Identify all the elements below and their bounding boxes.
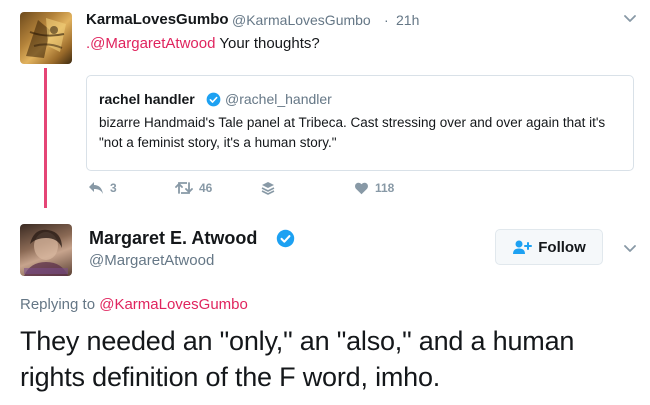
reply-icon [89,182,103,194]
chevron-down-icon[interactable] [622,10,638,26]
avatar[interactable] [20,224,72,276]
retweet-count: 46 [199,181,213,195]
verified-badge-icon [206,92,221,107]
author-name[interactable]: Margaret E. Atwood [89,228,257,249]
author-handle[interactable]: @MargaretAtwood [89,252,214,269]
tweet-text-body: Your thoughts? [215,35,320,52]
author-name[interactable]: KarmaLovesGumbo [86,11,229,28]
mention-link[interactable]: @MargaretAtwood [90,35,215,52]
follow-button[interactable]: Follow [495,229,603,265]
chevron-down-icon[interactable] [622,240,638,256]
retweet-icon [175,182,193,194]
follow-label: Follow [538,238,586,256]
replying-to-mention[interactable]: @KarmaLovesGumbo [99,296,248,313]
avatar[interactable] [20,12,72,64]
retweet-button[interactable]: 46 [175,180,212,196]
quoted-author-name[interactable]: rachel handler [99,91,195,107]
avatar-image [26,18,66,58]
reply-count: 3 [110,181,117,195]
thread-connector-line [44,68,47,208]
quoted-author-handle[interactable]: @rachel_handler [225,91,332,107]
reply-button[interactable]: 3 [88,180,117,196]
verified-badge-icon [276,229,295,248]
replying-to-label: Replying to [20,296,100,313]
add-user-icon [513,240,533,254]
heart-icon [355,182,368,195]
separator-dot: · [384,12,389,28]
stack-icon [261,181,275,195]
timestamp[interactable]: 21h [396,12,419,28]
stack-button[interactable] [261,180,281,196]
author-handle[interactable]: @KarmaLovesGumbo [232,12,371,28]
quoted-tweet-text: bizarre Handmaid's Tale panel at Tribeca… [99,115,606,150]
tweet-text: .@MargaretAtwood Your thoughts? [86,35,320,52]
avatar-image [24,229,68,276]
like-count: 118 [375,181,395,195]
replying-to-line: Replying to @KarmaLovesGumbo [20,296,248,313]
like-button[interactable]: 118 [354,180,394,196]
tweet-text: They needed an "only," an "also," and a … [20,326,575,392]
